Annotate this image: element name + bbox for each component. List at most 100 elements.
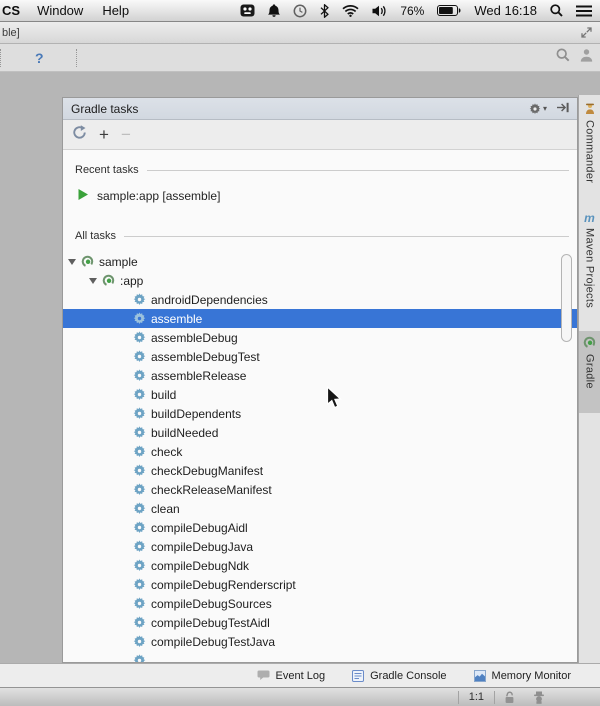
right-tool-window-bar: Commander m Maven Projects Gradle [578,95,600,663]
chevron-down-icon: ▾ [542,104,547,113]
tree-node-compiledebugtestjava[interactable]: compileDebugTestJava [63,632,577,651]
expand-arrow-icon[interactable] [89,277,97,284]
tree-node-sample[interactable]: sample [63,252,577,271]
tree-node-label: compileDebugTestAidl [151,615,270,630]
gradle-panel-toolbar: + − [63,120,577,150]
commander-icon [585,103,594,114]
tree-node-androiddependencies[interactable]: androidDependencies [63,290,577,309]
main-toolbar: ? [0,44,600,72]
task-gear-icon [133,578,146,590]
time-machine-icon[interactable] [293,4,307,18]
task-gear-icon [133,654,146,662]
workspace-background: Gradle tasks ▾ + − Recent tasks sample:a… [0,72,600,663]
refresh-icon[interactable] [72,124,87,145]
search-icon[interactable] [556,48,570,67]
tree-node-label: buildNeeded [151,425,219,440]
tree-node-check[interactable]: check [63,442,577,461]
battery-percent: 76% [400,3,425,18]
tree-node-buildneeded[interactable]: buildNeeded [63,423,577,442]
tree-node-label: clean [151,501,180,516]
tree-node-assemble[interactable]: assemble [63,309,577,328]
tree-node-compiledebugrenderscript[interactable]: compileDebugRenderscript [63,575,577,594]
panel-title: Gradle tasks [71,101,139,116]
task-gear-icon [133,331,146,343]
spotlight-search-icon[interactable] [550,4,563,17]
tool-window-tab-label: Commander [583,120,596,184]
gradle-tasks-panel: Gradle tasks ▾ + − Recent tasks sample:a… [62,97,578,663]
task-gear-icon [133,616,146,628]
gradle-panel-content: Recent tasks sample:app [assemble] All t… [63,150,577,662]
gradle-console-button[interactable]: Gradle Console [352,669,447,682]
expand-arrow-icon[interactable] [68,258,76,265]
tree-node-clean[interactable]: clean [63,499,577,518]
wifi-icon[interactable] [342,4,359,17]
tree-node-label: compileDebugSources [151,596,272,611]
tree-node-assembledebug[interactable]: assembleDebug [63,328,577,347]
hide-panel-icon[interactable] [557,102,569,116]
window-title-bar: ble] [0,22,600,44]
recent-task-item[interactable]: sample:app [assemble] [77,187,577,205]
volume-icon[interactable] [372,5,387,17]
tree-node-compiledebugsources[interactable]: compileDebugSources [63,594,577,613]
tree-node-compiledebugjava[interactable]: compileDebugJava [63,537,577,556]
caret-position-indicator[interactable]: 1:1 [459,691,494,703]
tool-window-tab-commander[interactable]: Commander [579,98,600,188]
task-gear-icon [133,350,146,362]
app-tray-icon[interactable] [240,4,255,17]
battery-icon[interactable] [437,5,461,16]
all-tasks-section: All tasks [75,230,569,242]
bluetooth-icon[interactable] [320,3,329,18]
tree-node-label: compileDebugAidl [151,520,248,535]
tree-node-compiledebugndk[interactable]: compileDebugNdk [63,556,577,575]
gradle-project-icon [81,255,94,268]
event-log-button[interactable]: Event Log [257,670,325,682]
toolbar-drag-handle[interactable] [0,48,1,67]
fullscreen-icon[interactable] [581,27,592,41]
toolbar-drag-handle[interactable] [75,48,77,67]
notification-center-icon[interactable] [576,4,592,17]
tree-node-builddependents[interactable]: buildDependents [63,404,577,423]
run-play-icon[interactable] [77,188,89,204]
tree-node-checkdebugmanifest[interactable]: checkDebugManifest [63,461,577,480]
memory-monitor-button[interactable]: Memory Monitor [473,669,571,682]
tree-node-assembledebugtest[interactable]: assembleDebugTest [63,347,577,366]
help-button[interactable]: ? [35,50,44,66]
tree-node-label: compileDebugRenderscript [151,577,296,592]
lock-icon[interactable] [495,691,524,704]
remove-task-button[interactable]: − [121,126,131,143]
task-gear-icon [133,521,146,533]
tree-node-label: build [151,387,177,402]
window-title-partial: ble] [2,27,20,39]
tree-node-assemblerelease[interactable]: assembleRelease [63,366,577,385]
tree-node-app[interactable]: :app [63,271,577,290]
tree-node-checkreleasemanifest[interactable]: checkReleaseManifest [63,480,577,499]
tree-node-compiledebugtestaidl[interactable]: compileDebugTestAidl [63,613,577,632]
tree-node-label: assemble [151,311,203,326]
panel-settings-gear-icon[interactable]: ▾ [529,102,547,115]
task-gear-icon [133,369,146,381]
tree-node-label: check [151,444,183,459]
tree-node-label: androidDependencies [151,292,268,307]
mouse-cursor [326,385,343,415]
tree-node-compiledebugaidl[interactable]: compileDebugAidl [63,518,577,537]
tree-node-build[interactable]: build [63,385,577,404]
task-gear-icon [133,312,146,324]
hector-inspector-icon[interactable] [524,691,554,704]
tree-node-label: :app [120,273,144,288]
app-menu-partial[interactable]: CS [2,3,20,18]
avatar-icon[interactable] [580,48,593,67]
tool-window-tab-gradle[interactable]: Gradle [579,331,600,413]
menu-help[interactable]: Help [102,3,129,18]
task-gear-icon [133,445,146,457]
vertical-scrollbar-thumb[interactable] [561,254,572,342]
recent-task-label: sample:app [assemble] [97,189,221,203]
menu-clock[interactable]: Wed 16:18 [474,3,537,18]
tool-window-tab-maven-projects[interactable]: m Maven Projects [579,208,600,313]
task-gear-icon [133,293,146,305]
notifications-bell-icon[interactable] [268,3,281,18]
add-task-button[interactable]: + [99,126,109,143]
menu-window[interactable]: Window [37,3,83,18]
gradle-console-icon [352,669,365,682]
section-divider [123,235,569,237]
tree-node-label: compileDebugTestJava [151,634,276,649]
